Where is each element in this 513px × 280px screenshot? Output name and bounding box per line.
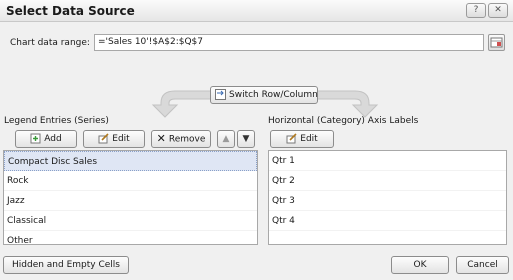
list-item[interactable]: Qtr 4 bbox=[269, 211, 506, 231]
help-icon: ? bbox=[473, 5, 479, 15]
right-curved-arrow-icon bbox=[316, 90, 379, 118]
list-item[interactable]: Compact Disc Sales bbox=[4, 151, 257, 171]
list-item[interactable]: Qtr 1 bbox=[269, 151, 506, 171]
list-item[interactable]: Qtr 2 bbox=[269, 171, 506, 191]
remove-series-button[interactable]: ✕ Remove bbox=[151, 130, 211, 148]
legend-entries-label: Legend Entries (Series) bbox=[4, 116, 109, 126]
edit-icon bbox=[286, 133, 297, 144]
switch-row-column-button[interactable]: Switch Row/Column bbox=[210, 86, 318, 104]
edit-axis-labels-button[interactable]: Edit bbox=[270, 130, 334, 148]
chart-data-range-label: Chart data range: bbox=[10, 38, 90, 48]
switch-icon bbox=[215, 89, 226, 100]
edit-icon bbox=[98, 133, 109, 144]
triangle-up-icon: ▲ bbox=[222, 134, 230, 144]
add-series-button[interactable]: Add bbox=[15, 130, 77, 148]
remove-label: Remove bbox=[168, 134, 206, 145]
chart-data-range-input[interactable]: ='Sales 10'!$A$2:$Q$7 bbox=[94, 34, 484, 51]
add-icon bbox=[30, 133, 41, 144]
select-data-source-dialog: Select Data Source ? ✕ Chart data range:… bbox=[0, 0, 513, 280]
list-item[interactable]: Classical bbox=[4, 211, 257, 231]
left-curved-arrow-icon bbox=[151, 90, 214, 118]
axis-labels-heading: Horizontal (Category) Axis Labels bbox=[268, 116, 419, 126]
list-item[interactable]: Qtr 3 bbox=[269, 191, 506, 211]
title-bar: Select Data Source ? ✕ bbox=[0, 0, 513, 22]
hidden-empty-cells-button[interactable]: Hidden and Empty Cells bbox=[3, 256, 129, 274]
cancel-button[interactable]: Cancel bbox=[456, 256, 509, 274]
dialog-title: Select Data Source bbox=[6, 4, 135, 18]
triangle-down-icon: ▼ bbox=[242, 134, 250, 144]
list-item[interactable]: Rock bbox=[4, 171, 257, 191]
axis-labels-list: Qtr 1 Qtr 2 Qtr 3 Qtr 4 bbox=[268, 150, 507, 245]
switch-row-column-label: Switch Row/Column bbox=[229, 90, 318, 100]
move-down-button[interactable]: ▼ bbox=[237, 130, 255, 148]
legend-entries-list: Compact Disc Sales Rock Jazz Classical O… bbox=[3, 150, 258, 246]
list-item[interactable]: Other bbox=[4, 231, 257, 251]
close-button[interactable]: ✕ bbox=[488, 3, 508, 18]
edit-axis-label: Edit bbox=[300, 134, 318, 144]
close-icon: ✕ bbox=[494, 5, 502, 15]
edit-label: Edit bbox=[112, 134, 130, 144]
help-button[interactable]: ? bbox=[466, 3, 486, 18]
add-label: Add bbox=[44, 134, 62, 144]
list-item[interactable]: Jazz bbox=[4, 191, 257, 211]
ok-button[interactable]: OK bbox=[391, 256, 449, 274]
move-up-button[interactable]: ▲ bbox=[217, 130, 235, 148]
remove-icon: ✕ bbox=[156, 132, 166, 145]
collapse-dialog-button[interactable] bbox=[488, 34, 505, 51]
edit-series-button[interactable]: Edit bbox=[83, 130, 145, 148]
range-select-icon bbox=[490, 37, 503, 48]
